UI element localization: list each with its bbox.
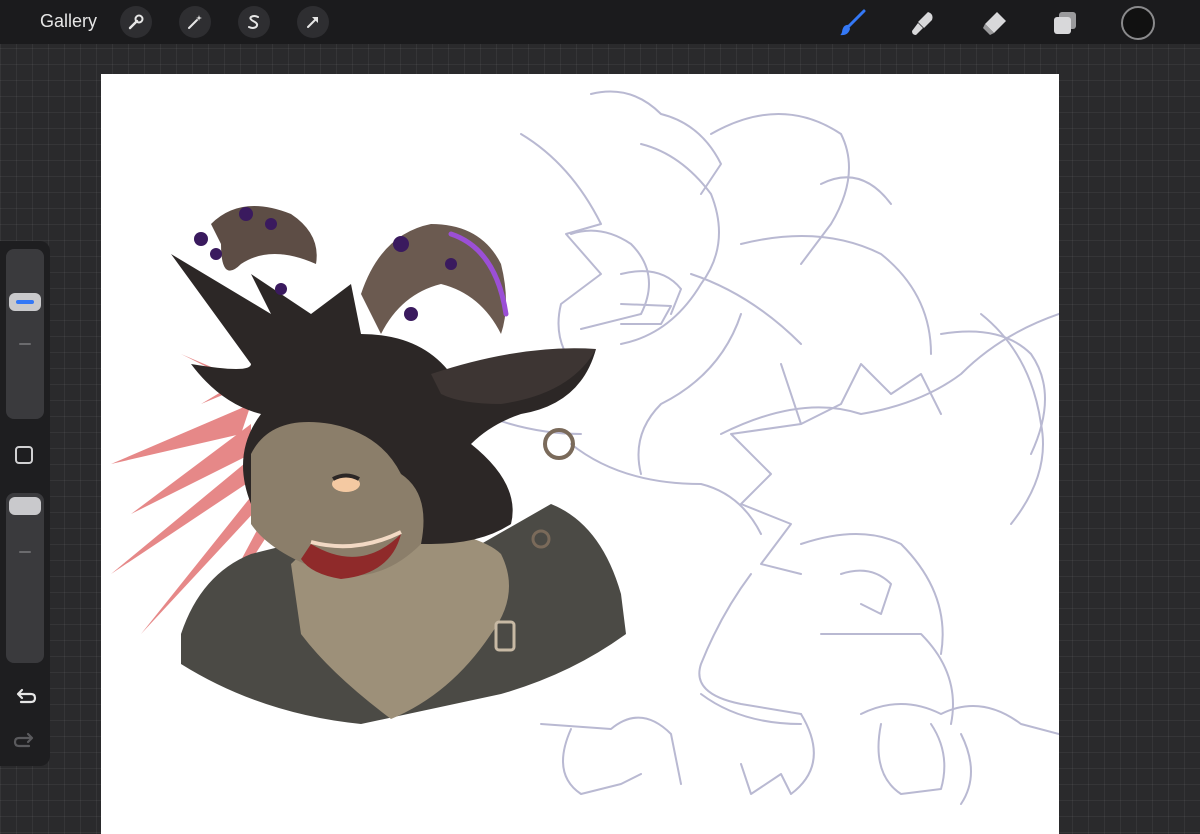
modify-button[interactable]: [15, 446, 33, 464]
drawing-canvas[interactable]: [101, 74, 1059, 834]
undo-button[interactable]: [12, 685, 38, 716]
ear: [431, 348, 596, 404]
transform-arrow-icon: [307, 17, 318, 28]
adjustments-button[interactable]: [179, 6, 211, 38]
redo-icon: [13, 732, 34, 748]
magic-wand-icon: [188, 15, 202, 29]
redo-button[interactable]: [12, 729, 38, 760]
ear-ring: [543, 428, 575, 460]
color-picker-button[interactable]: [1121, 6, 1155, 40]
transform-button[interactable]: [297, 6, 329, 38]
slider-tick: [19, 551, 31, 553]
gallery-button[interactable]: Gallery: [40, 11, 97, 32]
slider-tick: [19, 343, 31, 345]
brush-icon: [840, 9, 866, 36]
wrench-icon: [128, 14, 144, 30]
brush-size-handle[interactable]: [9, 293, 41, 311]
smudge-tool-button[interactable]: [906, 6, 940, 40]
actions-wrench-button[interactable]: [120, 6, 152, 38]
right-horn: [361, 224, 506, 334]
selection-s-icon: [248, 15, 259, 29]
eraser-icon: [983, 12, 1006, 35]
top-toolbar: Gallery: [0, 0, 1200, 44]
artwork-illustration: [111, 90, 1059, 805]
layers-button[interactable]: [1048, 6, 1082, 40]
sketch-lines: [480, 90, 1059, 805]
left-sidebar: [0, 241, 50, 766]
brush-tool-button[interactable]: [835, 6, 869, 40]
eraser-tool-button[interactable]: [977, 6, 1011, 40]
brush-size-slider[interactable]: [6, 249, 44, 419]
left-horn: [211, 206, 317, 271]
opacity-handle[interactable]: [9, 497, 41, 515]
layers-icon: [1054, 12, 1076, 34]
opacity-slider[interactable]: [6, 493, 44, 663]
undo-icon: [16, 688, 37, 704]
selection-button[interactable]: [238, 6, 270, 38]
smudge-icon: [912, 12, 933, 35]
